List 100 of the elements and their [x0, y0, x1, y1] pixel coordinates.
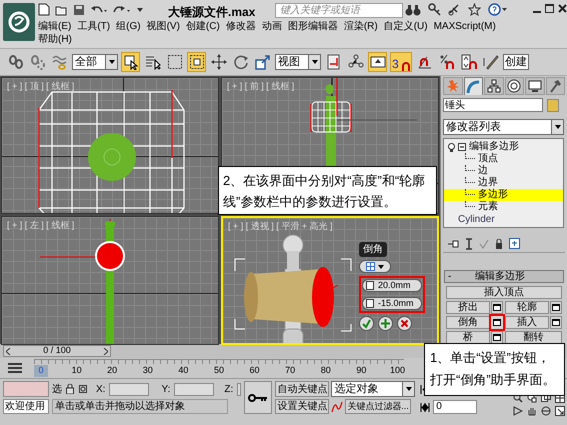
zoom-icon[interactable] — [513, 393, 523, 403]
crosshair-icon[interactable] — [78, 384, 88, 394]
select-object-button[interactable] — [121, 52, 140, 72]
rotate-icon[interactable] — [232, 54, 248, 70]
dropdown-arrow-icon[interactable] — [136, 6, 144, 14]
cancel-button[interactable] — [397, 316, 412, 331]
rollout-button[interactable]: 插入 — [505, 316, 549, 329]
reference-coordinate-dropdown[interactable]: 视图 — [275, 54, 321, 70]
help-icon[interactable] — [488, 3, 508, 16]
key-filters-button[interactable]: 关键点过滤器... — [345, 399, 411, 414]
named-selection-field[interactable]: 创建 — [503, 54, 529, 70]
satellite-icon[interactable] — [448, 3, 461, 16]
add-button[interactable] — [378, 316, 393, 331]
search-field[interactable]: 键入关键字或短语 — [275, 3, 403, 18]
panel-tab[interactable] — [484, 77, 504, 95]
manipulate-icon[interactable] — [348, 54, 364, 70]
key-mode-icon[interactable] — [420, 402, 430, 412]
set-key-mode-button[interactable]: 设置关键点 — [275, 399, 330, 414]
orbit-icon[interactable] — [541, 406, 551, 416]
viewport[interactable]: [ + ] [ 透视 ] [ 平滑 + 高光 ] 倒角 20.0mm -15.0mm — [221, 216, 439, 345]
menu-item[interactable]: 组(G) — [116, 21, 141, 33]
curve-editor-icon[interactable] — [331, 400, 344, 412]
pan-hand-icon[interactable] — [527, 406, 537, 416]
sub-object-item[interactable]: 边界 — [478, 177, 498, 189]
maximize-icon[interactable] — [545, 4, 554, 13]
settings-button[interactable] — [550, 316, 562, 329]
mode-dropdown[interactable] — [359, 260, 391, 273]
angle-snap-icon[interactable] — [416, 54, 432, 70]
percent-snap-icon[interactable] — [438, 54, 454, 70]
pencil-edit-icon[interactable] — [482, 54, 498, 70]
select-by-name-icon[interactable] — [144, 54, 160, 70]
menu-item[interactable]: 工具(T) — [77, 21, 110, 33]
window-crossing-button[interactable] — [187, 52, 206, 72]
sub-object-item[interactable]: 元素 — [478, 201, 498, 213]
settings-button[interactable] — [491, 301, 503, 314]
rollout-button[interactable]: 挤出 — [446, 301, 490, 314]
chain-link-icon[interactable] — [8, 54, 24, 70]
broken-link-icon[interactable] — [30, 54, 46, 70]
menu-item[interactable]: 图形编辑器 — [288, 21, 338, 33]
rollout-button[interactable]: 翻转 — [505, 331, 562, 344]
set-key-button[interactable] — [244, 381, 272, 414]
settings-button[interactable] — [491, 316, 503, 329]
track-bar-icon[interactable] — [8, 363, 22, 373]
wave-link-icon[interactable] — [52, 54, 68, 70]
stack-item[interactable]: Cylinder — [458, 214, 495, 226]
pivot-center-icon[interactable] — [326, 54, 342, 70]
rollout-header[interactable]: - 编辑多边形 — [444, 270, 564, 283]
collapse-icon[interactable] — [458, 143, 466, 151]
selection-filter-dropdown[interactable]: 全部 — [72, 54, 118, 70]
rollout-button[interactable]: 插入顶点 — [446, 286, 562, 299]
scale-icon[interactable] — [254, 54, 270, 70]
frame-counter-bar[interactable]: 0 / 100 — [3, 345, 111, 357]
close-icon[interactable] — [558, 4, 567, 13]
menu-item[interactable]: MAXScript(M) — [434, 21, 496, 33]
open-folder-icon[interactable] — [55, 4, 68, 16]
menu-item[interactable]: 渲染(R) — [344, 21, 378, 33]
binoculars-icon[interactable] — [405, 4, 421, 16]
sub-object-item[interactable]: 边 — [478, 165, 488, 177]
field-of-view-icon[interactable] — [513, 406, 523, 416]
object-color-swatch[interactable] — [547, 98, 559, 112]
key-icon[interactable] — [428, 3, 441, 16]
move-icon[interactable] — [210, 54, 226, 70]
sub-object-item[interactable]: 顶点 — [478, 153, 498, 165]
listener-field[interactable]: 欢迎使用 — [3, 399, 49, 414]
menu-item[interactable]: 动画 — [262, 21, 282, 33]
menu-item[interactable]: 创建(C) — [186, 21, 220, 33]
new-file-icon[interactable] — [38, 3, 50, 16]
checkmark-button[interactable] — [359, 316, 374, 331]
keyboard-override-button[interactable] — [368, 52, 387, 72]
object-name-field[interactable]: 锤头 — [443, 98, 543, 112]
ibeam-icon[interactable] — [465, 238, 473, 250]
current-frame-field[interactable]: 0 — [433, 400, 478, 414]
settings-button[interactable] — [550, 301, 562, 314]
check-icon[interactable] — [479, 238, 489, 249]
rollout-button[interactable]: 轮廓 — [505, 301, 549, 314]
rollout-button[interactable]: 桥 — [446, 331, 490, 344]
spinner-snap-icon[interactable] — [460, 54, 476, 70]
menu-item[interactable]: 视图(V) — [146, 21, 180, 33]
auto-key-button[interactable]: 自动关键点 — [275, 381, 330, 397]
key-target-dropdown[interactable]: 选定对象 — [331, 381, 416, 397]
rectangle-selection-icon[interactable] — [166, 54, 182, 70]
app-logo-button[interactable] — [3, 3, 35, 41]
value-field[interactable]: 20.0mm — [362, 279, 422, 292]
modifier-list-dropdown[interactable]: 修改器列表 — [443, 119, 564, 135]
menu-item[interactable]: 自定义(U) — [384, 21, 428, 33]
configure-icon[interactable] — [509, 238, 520, 250]
panel-tab[interactable] — [525, 77, 544, 95]
x-coordinate-field[interactable] — [109, 382, 150, 396]
stack-item[interactable]: 编辑多边形 — [469, 141, 519, 153]
settings-button[interactable] — [491, 331, 503, 344]
rollout-button[interactable]: 倒角 — [446, 316, 490, 329]
star-icon[interactable] — [468, 3, 481, 16]
panel-tab[interactable] — [504, 77, 524, 95]
maximize-viewport-icon[interactable] — [555, 406, 565, 416]
menu-item[interactable]: 修改器 — [226, 21, 256, 33]
value-field[interactable]: -15.0mm — [362, 297, 422, 310]
menu-item[interactable]: 帮助(H) — [38, 34, 72, 46]
pin-icon[interactable] — [447, 238, 459, 249]
lock-icon[interactable] — [495, 238, 503, 249]
save-icon[interactable] — [73, 4, 85, 16]
